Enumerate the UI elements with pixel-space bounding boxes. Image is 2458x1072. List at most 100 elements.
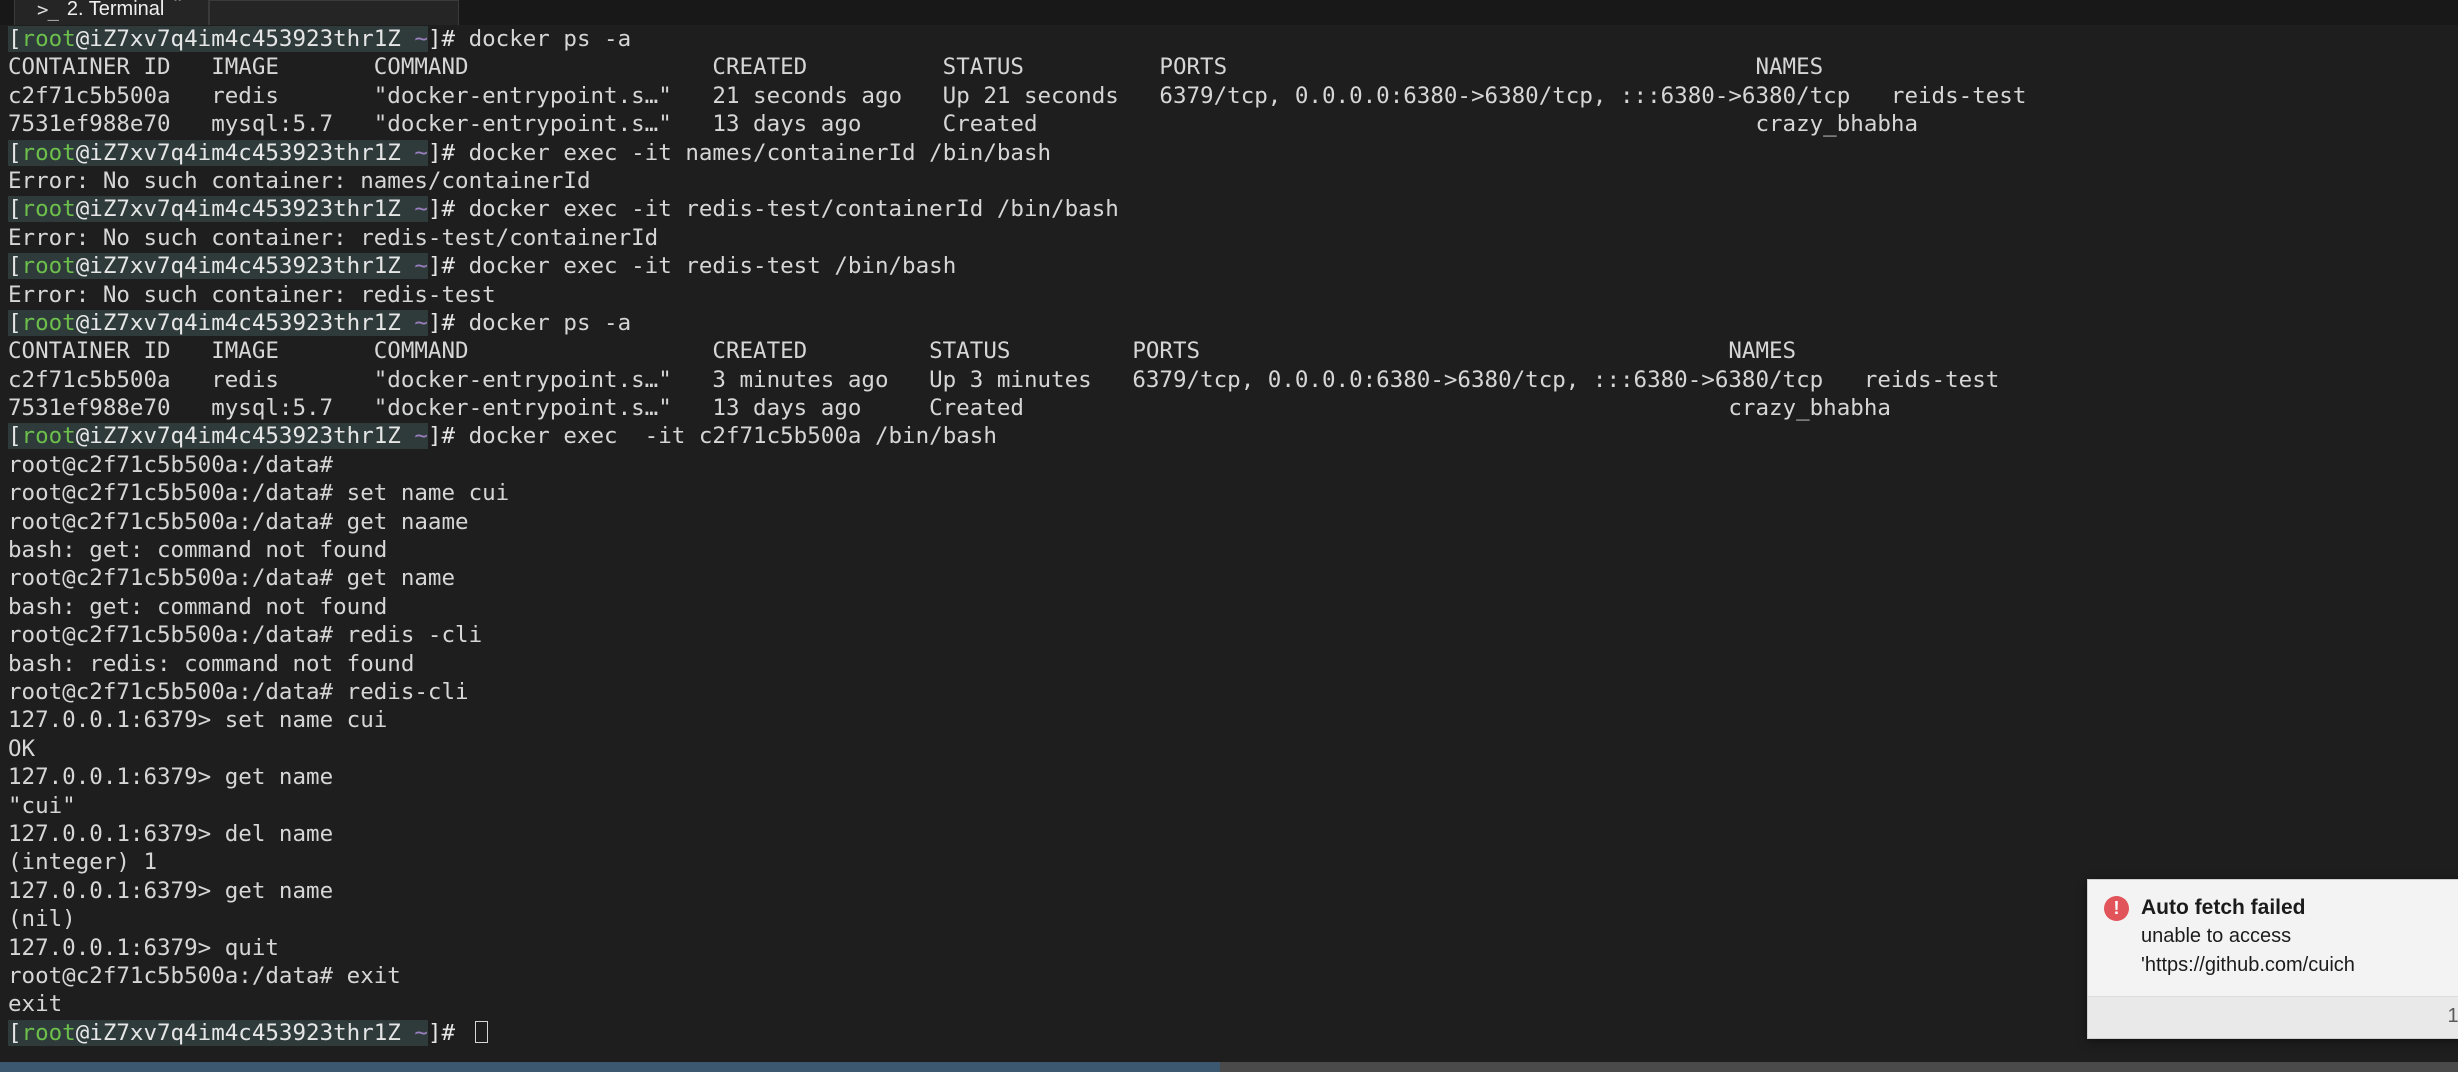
prompt-open-bracket: [ [8,139,22,166]
terminal-output-text: OK [8,735,36,762]
shell-prompt: [root@iZ7xv7q4im4c453923thr1Z ~ [8,139,428,166]
terminal-output-text: c2f71c5b500a redis "docker-entrypoint.s…… [8,82,2027,109]
notification-toast[interactable]: ! Auto fetch failed unable to access 'ht… [2087,879,2458,1039]
terminal-command: docker exec -it names/containerId /bin/b… [468,139,1052,166]
shell-prompt: [root@iZ7xv7q4im4c453923thr1Z ~ [8,26,428,52]
prompt-cwd: ~ [400,1019,428,1046]
prompt-close: ]# [427,309,469,336]
terminal-bottom-gap [0,1054,2458,1062]
shell-prompt: [root@iZ7xv7q4im4c453923thr1Z ~ [8,196,428,223]
prompt-cwd: ~ [400,196,428,223]
terminal-output-text: exit [8,991,63,1018]
terminal-line: bash: get: command not found [8,593,2458,621]
terminal-output-text: CONTAINER ID IMAGE COMMAND CREATED STATU… [8,54,1824,81]
shell-prompt: [root@iZ7xv7q4im4c453923thr1Z ~ [8,423,428,450]
terminal-command: quit [224,934,279,961]
prompt-cwd: ~ [400,423,428,450]
prompt-user: root [21,196,76,223]
prompt-host: @iZ7xv7q4im4c453923thr1Z [75,139,401,166]
notification-timestamp: 14 m [2088,996,2458,1038]
container-shell-prompt: root@c2f71c5b500a:/data# [8,622,347,649]
terminal-command: docker ps -a [468,26,632,52]
notification-message-line-2: 'https://github.com/cuich [2141,954,2355,976]
terminal-line: Error: No such container: redis-test/con… [8,224,2458,252]
text-cursor[interactable] [474,1020,488,1043]
terminal-line: "cui" [8,792,2458,820]
prompt-close: ]# [427,196,469,223]
terminal-output-text: bash: get: command not found [8,593,388,620]
terminal-command: set name cui [346,480,510,507]
terminal-command: del name [224,820,334,847]
terminal-output-text: c2f71c5b500a redis "docker-entrypoint.s…… [8,366,2000,393]
prompt-user: root [21,253,76,280]
prompt-open-bracket: [ [8,196,22,223]
terminal-line: CONTAINER ID IMAGE COMMAND CREATED STATU… [8,337,2458,365]
terminal-window: >_ 2. Terminal ˇˇ [root@iZ7xv7q4im4c4539… [0,0,2458,1072]
notification-title: Auto fetch failed [2141,896,2306,919]
prompt-close: ]# [427,253,469,280]
prompt-user: root [21,309,76,336]
prompt-close: ]# [427,26,469,52]
prompt-host: @iZ7xv7q4im4c453923thr1Z [75,196,401,223]
terminal-line: CONTAINER ID IMAGE COMMAND CREATED STATU… [8,53,2458,81]
tab-superscript: ˇˇ [173,0,183,11]
redis-cli-prompt: 127.0.0.1:6379> [8,877,225,904]
prompt-host: @iZ7xv7q4im4c453923thr1Z [75,309,401,336]
prompt-user: root [21,26,76,52]
terminal-line: [root@iZ7xv7q4im4c453923thr1Z ~]# docker… [8,195,2458,223]
terminal-line: 127.0.0.1:6379> del name [8,820,2458,848]
terminal-line: 127.0.0.1:6379> get name [8,763,2458,791]
container-shell-prompt: root@c2f71c5b500a:/data# [8,480,347,507]
prompt-host: @iZ7xv7q4im4c453923thr1Z [75,1019,401,1046]
shell-prompt: [root@iZ7xv7q4im4c453923thr1Z ~ [8,1019,428,1046]
terminal-output-text: (integer) 1 [8,849,158,876]
error-icon: ! [2104,896,2129,921]
notification-message-line-1: unable to access [2141,925,2292,947]
status-bar[interactable] [0,1062,2458,1072]
prompt-open-bracket: [ [8,1019,22,1046]
terminal-prompt-icon: >_ [37,0,59,21]
terminal-line: root@c2f71c5b500a:/data# redis -cli [8,621,2458,649]
shell-prompt: [root@iZ7xv7q4im4c453923thr1Z ~ [8,253,428,280]
terminal-line: [root@iZ7xv7q4im4c453923thr1Z ~]# docker… [8,422,2458,450]
terminal-output-text: (nil) [8,906,76,933]
terminal-command: set name cui [224,707,388,734]
terminal-command: get name [224,877,334,904]
prompt-user: root [21,1019,76,1046]
terminal-line: bash: get: command not found [8,536,2458,564]
terminal-line: c2f71c5b500a redis "docker-entrypoint.s…… [8,366,2458,394]
prompt-open-bracket: [ [8,253,22,280]
prompt-cwd: ~ [400,309,428,336]
terminal-line: [root@iZ7xv7q4im4c453923thr1Z ~]# docker… [8,252,2458,280]
terminal-line: [root@iZ7xv7q4im4c453923thr1Z ~]# docker… [8,309,2458,337]
terminal-line: root@c2f71c5b500a:/data# get naame [8,508,2458,536]
terminal-output-text: Error: No such container: redis-test/con… [8,224,659,251]
terminal-output-text: bash: redis: command not found [8,650,415,677]
redis-cli-prompt: 127.0.0.1:6379> [8,934,225,961]
terminal-command: get name [224,764,334,791]
container-shell-prompt: root@c2f71c5b500a:/data# [8,678,347,705]
prompt-close: ]# [427,423,469,450]
container-shell-prompt: root@c2f71c5b500a:/data# [8,508,347,535]
terminal-output-text: 7531ef988e70 mysql:5.7 "docker-entrypoin… [8,395,1891,422]
terminal-command: get naame [346,508,469,535]
prompt-host: @iZ7xv7q4im4c453923thr1Z [75,423,401,450]
terminal-line: root@c2f71c5b500a:/data# get name [8,564,2458,592]
prompt-host: @iZ7xv7q4im4c453923thr1Z [75,26,401,52]
redis-cli-prompt: 127.0.0.1:6379> [8,764,225,791]
prompt-open-bracket: [ [8,309,22,336]
prompt-cwd: ~ [400,139,428,166]
prompt-user: root [21,139,76,166]
terminal-line: 7531ef988e70 mysql:5.7 "docker-entrypoin… [8,110,2458,138]
terminal-line: root@c2f71c5b500a:/data# redis-cli [8,678,2458,706]
terminal-line: 7531ef988e70 mysql:5.7 "docker-entrypoin… [8,394,2458,422]
terminal-line: 127.0.0.1:6379> set name cui [8,706,2458,734]
redis-cli-prompt: 127.0.0.1:6379> [8,707,225,734]
terminal-line: bash: redis: command not found [8,650,2458,678]
prompt-open-bracket: [ [8,26,22,52]
terminal-output-text: bash: get: command not found [8,537,388,564]
terminal-command: exit [346,962,401,989]
prompt-host: @iZ7xv7q4im4c453923thr1Z [75,253,401,280]
terminal-line: c2f71c5b500a redis "docker-entrypoint.s…… [8,82,2458,110]
shell-prompt: [root@iZ7xv7q4im4c453923thr1Z ~ [8,309,428,336]
